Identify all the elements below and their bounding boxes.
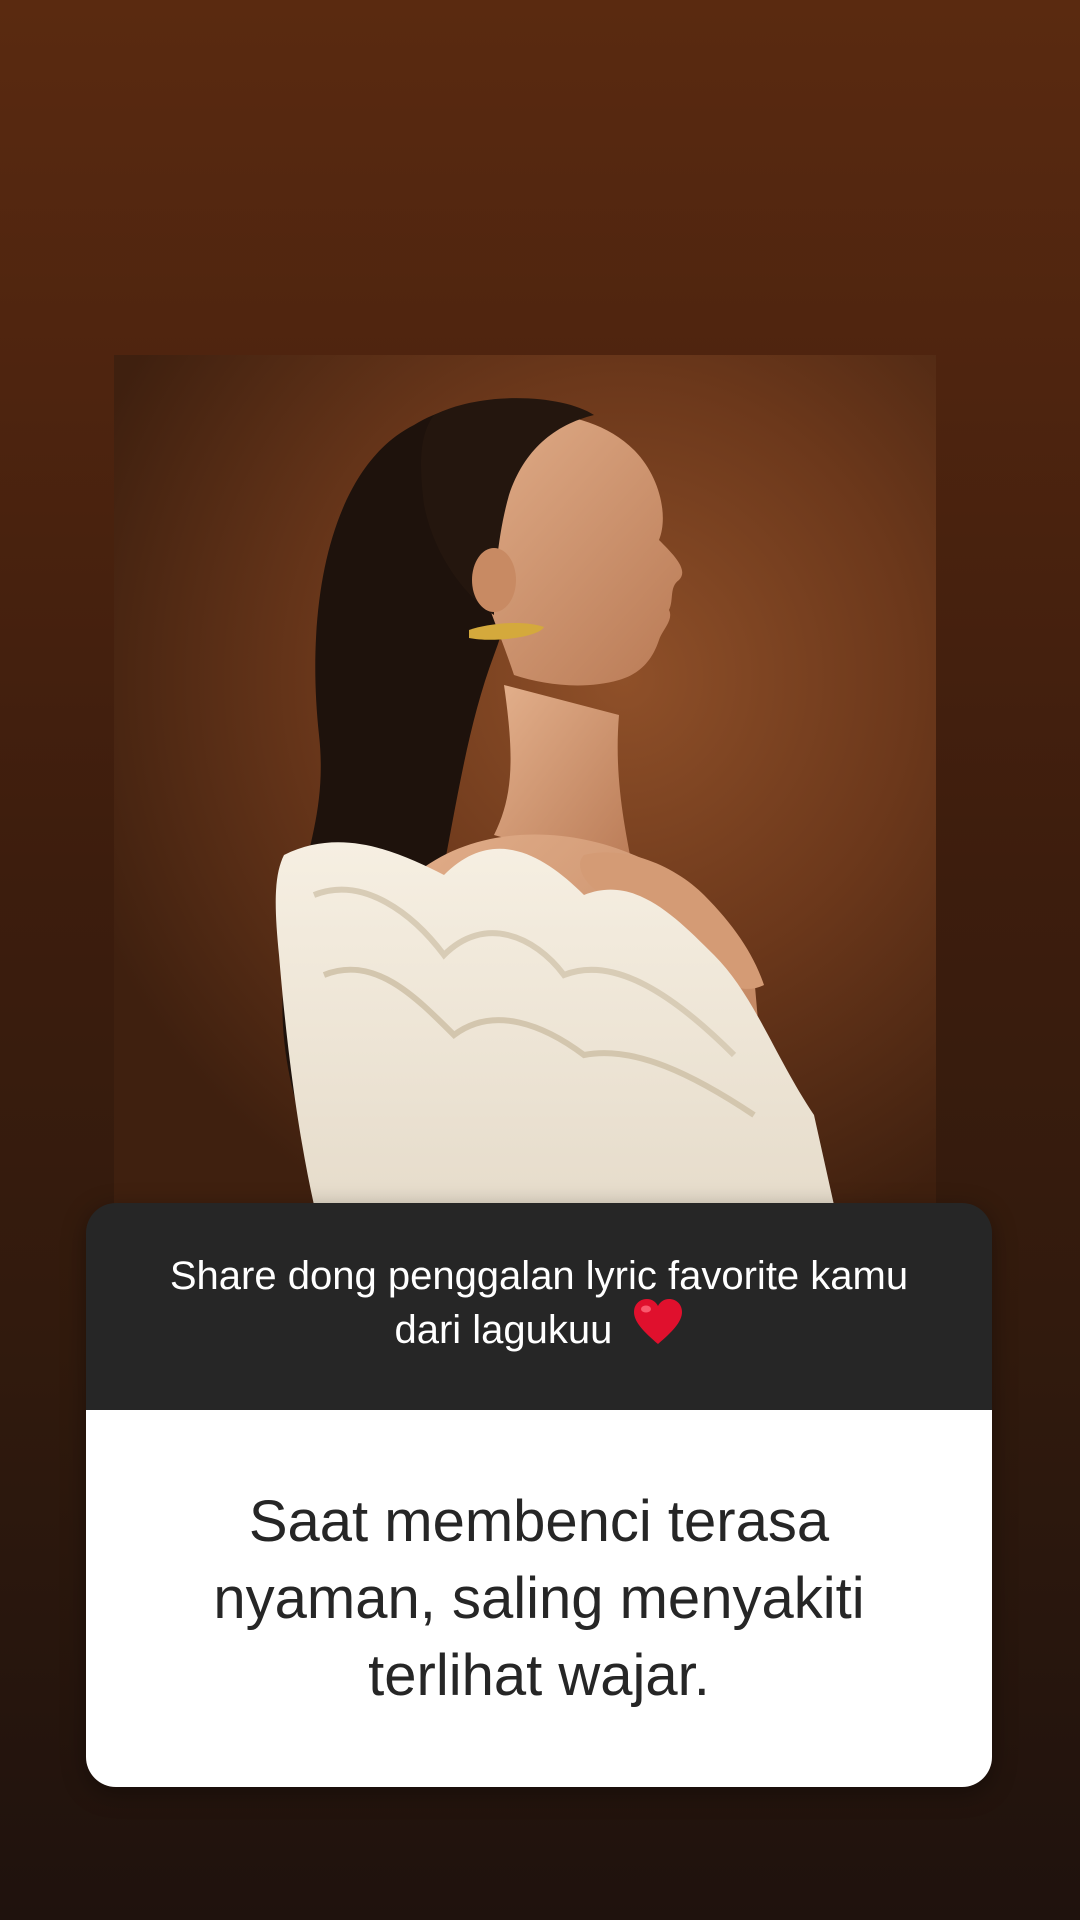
question-text: Share dong penggalan lyric favorite kamu…: [169, 1254, 909, 1353]
question-sticker-card: Share dong penggalan lyric favorite kamu…: [86, 1203, 992, 1787]
question-header: Share dong penggalan lyric favorite kamu…: [86, 1203, 992, 1410]
answer-text: Saat membenci terasa nyaman, saling meny…: [213, 1489, 865, 1708]
portrait-illustration: [114, 355, 936, 1205]
story-photo: [114, 355, 936, 1205]
heart-emoji-icon: [632, 1298, 684, 1359]
answer-body: Saat membenci terasa nyaman, saling meny…: [86, 1410, 992, 1787]
